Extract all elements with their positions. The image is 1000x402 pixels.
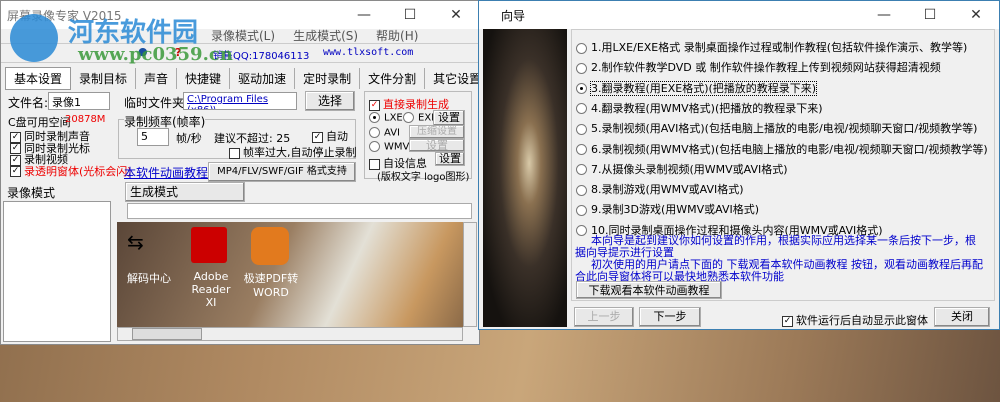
tab-target[interactable]: 录制目标 bbox=[71, 68, 137, 89]
tutorial-link[interactable]: 本软件动画教程 bbox=[124, 164, 208, 181]
record-mode-label: 录像模式 bbox=[7, 186, 56, 200]
radio-icon bbox=[576, 204, 587, 216]
radio-lxe[interactable]: LXE bbox=[369, 112, 403, 124]
select-button[interactable]: 选择 bbox=[305, 91, 355, 111]
wizard-minimize-button[interactable]: — bbox=[861, 7, 907, 23]
radio-icon bbox=[576, 123, 587, 135]
radio-icon bbox=[576, 103, 587, 115]
tab-driver[interactable]: 驱动加速 bbox=[230, 68, 296, 89]
tab-basic[interactable]: 基本设置 bbox=[5, 67, 72, 90]
lxe-settings-button[interactable]: 设置 bbox=[433, 110, 465, 126]
minimize-button[interactable]: — bbox=[341, 7, 387, 23]
radio-icon bbox=[576, 144, 587, 155]
desktop-icon-adobe[interactable]: Adobe Reader XI bbox=[185, 270, 237, 309]
tab-bar: 基本设置 录制目标 声音 快捷键 驱动加速 定时录制 文件分割 其它设置 bbox=[5, 67, 491, 90]
prev-step-button[interactable]: 上一步 bbox=[574, 307, 634, 327]
gen-mode-tab[interactable]: 生成模式 bbox=[125, 182, 245, 202]
wizard-option-6[interactable]: 6.录制视频(用WMV格式)(包括电脑上播放的电影/电视/视频聊天窗口/视频教学… bbox=[576, 141, 988, 157]
wizard-title-bar: 向导 — ☐ ✕ bbox=[479, 1, 999, 29]
menu-help[interactable]: 帮助(H) bbox=[376, 29, 418, 43]
wizard-option-3[interactable]: 3.翻录教程(用EXE格式)(把播放的教程录下来) bbox=[576, 80, 818, 96]
custom-note: (版权文字 logo图形) bbox=[377, 172, 470, 183]
check-transparent[interactable]: ✓ 录透明窗体(光标会闪) bbox=[10, 166, 132, 177]
tab-audio[interactable]: 声音 bbox=[136, 68, 178, 89]
vertical-scrollbar[interactable] bbox=[463, 222, 477, 327]
desktop-icon-pdf[interactable]: 极速PDF转 WORD bbox=[243, 270, 299, 299]
temp-label: 临时文件夹: bbox=[124, 96, 189, 110]
website-link[interactable]: www.tlxsoft.com bbox=[323, 47, 413, 58]
watermark-logo-icon bbox=[10, 14, 58, 62]
maximize-button[interactable]: ☐ bbox=[387, 7, 433, 23]
compress-settings-button[interactable]: 压缩设置 bbox=[409, 125, 465, 139]
next-step-button[interactable]: 下一步 bbox=[639, 307, 701, 327]
radio-icon bbox=[576, 184, 587, 196]
wizard-close-button[interactable]: ✕ bbox=[953, 7, 999, 23]
radio-icon bbox=[576, 62, 587, 74]
wizard-option-1[interactable]: 1.用LXE/EXE格式 录制桌面操作过程或制作教程(包括软件操作演示、教学等) bbox=[576, 39, 967, 55]
menu-bar: 录像模式(L) 生成模式(S) 帮助(H) bbox=[211, 27, 418, 44]
close-wizard-button[interactable]: 关闭 bbox=[934, 307, 990, 327]
download-tutorial-button[interactable]: 下载观看本软件动画教程 bbox=[576, 281, 722, 299]
filename-input[interactable]: 录像1 bbox=[48, 92, 110, 110]
wizard-option-8[interactable]: 8.录制游戏(用WMV或AVI格式) bbox=[576, 181, 744, 197]
radio-icon bbox=[576, 83, 587, 95]
wizard-option-9[interactable]: 9.录制3D游戏(用WMV或AVI格式) bbox=[576, 201, 759, 217]
fps-unit: 帧/秒 bbox=[176, 132, 202, 145]
close-button[interactable]: ✕ bbox=[433, 7, 479, 23]
menu-gen-mode[interactable]: 生成模式(S) bbox=[293, 29, 358, 43]
wizard-option-5[interactable]: 5.录制视频(用AVI格式)(包括电脑上播放的电影/电视/视频聊天窗口/视频教学… bbox=[576, 120, 977, 136]
wizard-title: 向导 bbox=[501, 8, 526, 23]
main-window: 屏幕录像专家 V2015— ☐ ✕ 录像模式(L) 生成模式(S) 帮助(H) ? ● … bbox=[0, 0, 491, 345]
wizard-maximize-button[interactable]: ☐ bbox=[907, 7, 953, 23]
radio-avi[interactable]: AVI bbox=[369, 127, 400, 139]
galaxy-image bbox=[483, 29, 567, 327]
fps-input[interactable]: 5 bbox=[137, 128, 169, 146]
wmv-settings-button[interactable]: 设置 bbox=[409, 139, 465, 152]
auto-fps-check[interactable]: ✓ 自动 bbox=[312, 128, 348, 144]
radio-icon bbox=[576, 164, 587, 176]
tab-split[interactable]: 文件分割 bbox=[360, 68, 426, 89]
wizard-option-2[interactable]: 2.制作软件教学DVD 或 制作软件操作教程上传到视频网站获得超清视频 bbox=[576, 59, 941, 75]
wizard-option-7[interactable]: 7.从摄像头录制视频(用WMV或AVI格式) bbox=[576, 161, 788, 177]
tab-timer[interactable]: 定时录制 bbox=[295, 68, 361, 89]
radio-icon bbox=[576, 42, 587, 54]
desktop-icon-decoder[interactable]: 解码中心 bbox=[127, 270, 171, 286]
record-options: ✓ 同时录制声音 ✓ 同时录制光标 ✓ 录制视频 ✓ 录透明窗体(光标会闪) bbox=[10, 131, 132, 177]
filename-label: 文件名: bbox=[8, 96, 49, 110]
wizard-hint-2: 初次使用的用户请点下面的 下载观看本软件动画教程 按钮，观看动画教程后再配合此向… bbox=[575, 258, 983, 283]
horizontal-scrollbar[interactable] bbox=[117, 327, 463, 341]
auto-show-check[interactable]: ✓ 软件运行后自动显示此窗体 bbox=[782, 312, 928, 328]
adobe-reader-icon bbox=[191, 227, 227, 263]
watermark-url: www.pc0359.cn bbox=[78, 44, 233, 65]
custom-settings-button[interactable]: 设置 bbox=[435, 152, 465, 166]
tab-hotkey[interactable]: 快捷键 bbox=[177, 68, 231, 89]
preview-area: ⇆ 解码中心 Adobe Reader XI 极速PDF转 WORD bbox=[117, 222, 463, 327]
mode-list[interactable] bbox=[3, 201, 111, 342]
format-support-button[interactable]: MP4/FLV/SWF/GIF 格式支持 bbox=[208, 162, 356, 182]
decoder-arrows-icon: ⇆ bbox=[127, 230, 144, 254]
disk-label: C盘可用空间 bbox=[8, 116, 71, 129]
fps-stop-check[interactable]: 帧率过大,自动停止录制 bbox=[229, 144, 357, 160]
disk-value: 20878M bbox=[65, 114, 106, 125]
timeline-bar[interactable] bbox=[127, 203, 472, 219]
pdf-converter-icon bbox=[251, 227, 289, 265]
menu-record-mode[interactable]: 录像模式(L) bbox=[211, 29, 275, 43]
wizard-hint-1: 本向导是起到建议你如何设置的作用，根据实际应用选择某一条后按下一步，根据向导提示… bbox=[575, 234, 976, 259]
radio-wmv[interactable]: WMV bbox=[369, 141, 409, 153]
wizard-window: 向导 — ☐ ✕ 1.用LXE/EXE格式 录制桌面操作过程或制作教程(包括软件操作演… bbox=[478, 0, 1000, 330]
wizard-option-4[interactable]: 4.翻录教程(用WMV格式)(把播放的教程录下来) bbox=[576, 100, 823, 116]
temp-folder-input[interactable]: C:\Program Files (x86)\ bbox=[183, 92, 297, 110]
